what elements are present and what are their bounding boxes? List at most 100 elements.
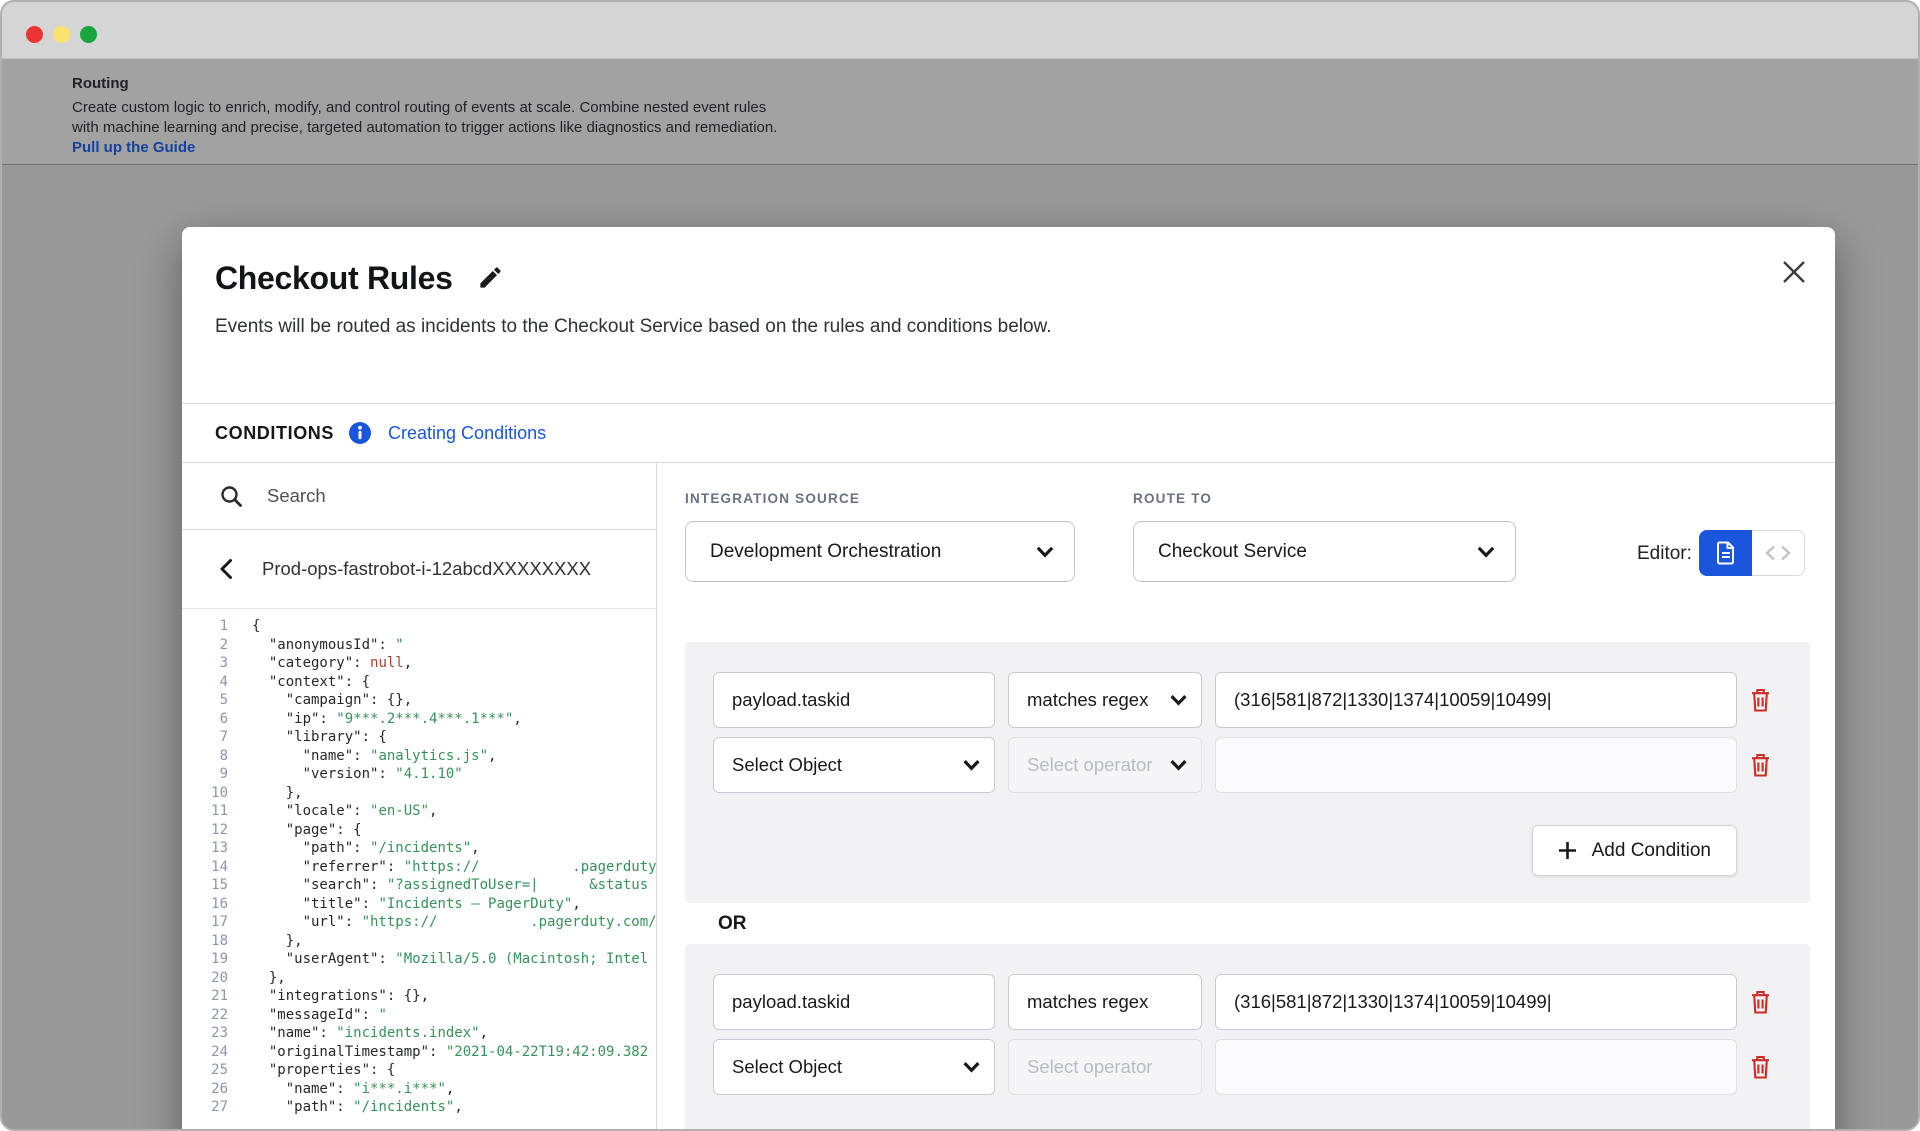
editor-toggle bbox=[1699, 530, 1805, 576]
editor-code-toggle[interactable] bbox=[1752, 530, 1805, 576]
line-number: 18 bbox=[182, 932, 228, 951]
code-token: " bbox=[395, 636, 403, 655]
condition-field-box[interactable] bbox=[713, 672, 995, 728]
code-line: 23 "name": "incidents.index", bbox=[182, 1024, 656, 1043]
code-line: 17 "url": "https:// .pagerduty.com/i bbox=[182, 913, 656, 932]
code-token: , bbox=[429, 802, 437, 821]
code-line: 19 "userAgent": "Mozilla/5.0 (Macintosh;… bbox=[182, 950, 656, 969]
code-token: "search": bbox=[252, 876, 387, 895]
code-line: 22 "messageId": " bbox=[182, 1006, 656, 1025]
code-token: , bbox=[480, 1024, 488, 1043]
code-token: "version": bbox=[252, 765, 395, 784]
condition-operator-select[interactable]: Select operator bbox=[1008, 737, 1202, 793]
code-line: 24 "originalTimestamp": "2021-04-22T19:4… bbox=[182, 1043, 656, 1062]
close-icon[interactable] bbox=[1781, 259, 1807, 285]
condition-value-input[interactable] bbox=[1234, 689, 1718, 711]
payload-json-viewer[interactable]: 1{2 "anonymousId": "3 "category": null,4… bbox=[182, 609, 656, 1117]
line-number: 20 bbox=[182, 969, 228, 988]
delete-condition-button[interactable] bbox=[1750, 974, 1771, 1030]
line-number: 3 bbox=[182, 654, 228, 673]
condition-value-box[interactable] bbox=[1215, 1039, 1737, 1095]
condition-operator-select[interactable]: matches regex bbox=[1008, 974, 1202, 1030]
creating-conditions-link[interactable]: Creating Conditions bbox=[388, 423, 546, 444]
code-token: "Mozilla/5.0 (Macintosh; Intel bbox=[395, 950, 648, 969]
code-line: 1{ bbox=[182, 617, 656, 636]
condition-row: matches regex bbox=[713, 672, 1771, 728]
edit-title-icon[interactable] bbox=[477, 264, 504, 291]
condition-value-box[interactable] bbox=[1215, 974, 1737, 1030]
close-traffic-light[interactable] bbox=[26, 26, 43, 43]
search-input[interactable] bbox=[265, 484, 595, 508]
route-to-select[interactable]: Checkout Service bbox=[1133, 521, 1516, 582]
line-number: 11 bbox=[182, 802, 228, 821]
line-number: 16 bbox=[182, 895, 228, 914]
code-line: 20 }, bbox=[182, 969, 656, 988]
code-token: "i***.i***" bbox=[353, 1080, 446, 1099]
condition-block: matches regex Select Object Select operato… bbox=[685, 944, 1810, 1131]
condition-field-select[interactable]: Select Object bbox=[713, 1039, 995, 1095]
line-number: 22 bbox=[182, 1006, 228, 1025]
condition-operator-select[interactable]: matches regex bbox=[1008, 672, 1202, 728]
code-icon bbox=[1765, 545, 1791, 561]
condition-value-input[interactable] bbox=[1234, 1056, 1718, 1078]
condition-field-input[interactable] bbox=[732, 991, 976, 1013]
add-condition-button[interactable]: Add Condition bbox=[1532, 825, 1737, 876]
code-token: "anonymousId": bbox=[252, 636, 395, 655]
line-number: 12 bbox=[182, 821, 228, 840]
code-token: "userAgent": bbox=[252, 950, 395, 969]
modal-subtitle: Events will be routed as incidents to th… bbox=[215, 315, 1835, 339]
condition-value-input[interactable] bbox=[1234, 754, 1718, 776]
delete-condition-button[interactable] bbox=[1750, 737, 1771, 793]
maximize-traffic-light[interactable] bbox=[80, 26, 97, 43]
modal-title: Checkout Rules bbox=[215, 260, 453, 296]
search-icon bbox=[220, 485, 243, 508]
code-token: "messageId": bbox=[252, 1006, 378, 1025]
condition-operator-value: matches regex bbox=[1027, 991, 1148, 1013]
code-line: 18 }, bbox=[182, 932, 656, 951]
code-line: 9 "version": "4.1.10" bbox=[182, 765, 656, 784]
window-titlebar bbox=[2, 2, 1918, 59]
route-to-value: Checkout Service bbox=[1158, 541, 1307, 563]
code-token: " bbox=[378, 1006, 386, 1025]
code-token: "referrer": bbox=[252, 858, 404, 877]
line-number: 1 bbox=[182, 617, 228, 636]
code-token: "Incidents – PagerDuty" bbox=[378, 895, 572, 914]
code-token: }, bbox=[252, 932, 303, 951]
code-token: , bbox=[454, 1098, 462, 1117]
integration-source-select[interactable]: Development Orchestration bbox=[685, 521, 1075, 582]
code-token: }, bbox=[252, 969, 286, 988]
code-token: "2021-04-22T19:42:09.382 bbox=[446, 1043, 648, 1062]
minimize-traffic-light[interactable] bbox=[53, 26, 70, 43]
line-number: 27 bbox=[182, 1098, 228, 1117]
chevron-left-icon[interactable] bbox=[219, 558, 233, 580]
condition-value-box[interactable] bbox=[1215, 737, 1737, 793]
integration-source-label: INTEGRATION SOURCE bbox=[685, 491, 860, 506]
code-token: , bbox=[446, 1080, 454, 1099]
code-token: , bbox=[513, 710, 521, 729]
guide-link[interactable]: Pull up the Guide bbox=[72, 139, 195, 156]
code-token: "name": bbox=[252, 1024, 336, 1043]
condition-value-box[interactable] bbox=[1215, 672, 1737, 728]
code-line: 10 }, bbox=[182, 784, 656, 803]
condition-value-input[interactable] bbox=[1234, 991, 1718, 1013]
line-number: 5 bbox=[182, 691, 228, 710]
line-number: 26 bbox=[182, 1080, 228, 1099]
line-number: 21 bbox=[182, 987, 228, 1006]
delete-condition-button[interactable] bbox=[1750, 1039, 1771, 1095]
line-number: 19 bbox=[182, 950, 228, 969]
chevron-down-icon bbox=[963, 760, 980, 771]
payload-breadcrumb-row[interactable]: Prod-ops-fastrobot-i-12abcdXXXXXXXX bbox=[182, 530, 656, 609]
line-number: 13 bbox=[182, 839, 228, 858]
condition-operator-value: Select operator bbox=[1027, 1056, 1152, 1078]
code-token: , bbox=[572, 895, 580, 914]
delete-condition-button[interactable] bbox=[1750, 672, 1771, 728]
code-line: 14 "referrer": "https:// .pagerduty.c bbox=[182, 858, 656, 877]
code-token: }, bbox=[252, 784, 303, 803]
line-number: 24 bbox=[182, 1043, 228, 1062]
condition-field-select[interactable]: Select Object bbox=[713, 737, 995, 793]
editor-form-toggle[interactable] bbox=[1699, 530, 1752, 576]
condition-operator-select[interactable]: Select operator bbox=[1008, 1039, 1202, 1095]
condition-field-box[interactable] bbox=[713, 974, 995, 1030]
code-line: 25 "properties": { bbox=[182, 1061, 656, 1080]
condition-field-input[interactable] bbox=[732, 689, 976, 711]
